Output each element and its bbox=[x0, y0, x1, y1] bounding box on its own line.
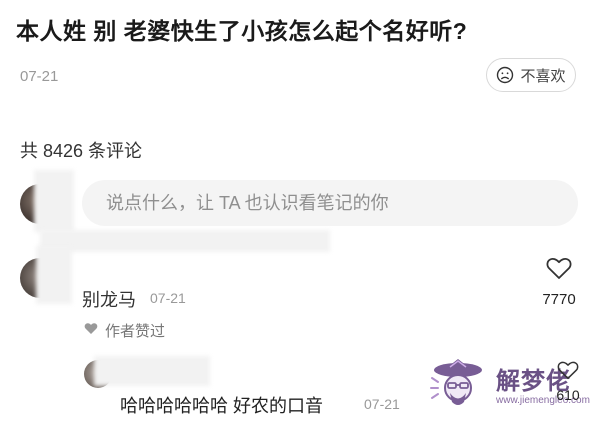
blurred-area bbox=[34, 170, 74, 232]
author-liked-label: 作者赞过 bbox=[105, 323, 166, 340]
post-title: 本人姓 别 老婆快生了小孩怎么起个名好听? bbox=[16, 18, 468, 44]
heart-icon bbox=[546, 256, 572, 285]
comment-count: 共 8426 条评论 bbox=[20, 141, 143, 161]
blurred-area bbox=[40, 230, 330, 252]
watermark-logo-icon bbox=[428, 358, 492, 419]
reply-like-button[interactable]: 610 bbox=[548, 360, 588, 403]
dislike-label: 不喜欢 bbox=[520, 67, 566, 85]
heart-icon bbox=[557, 360, 579, 385]
comment-date: 07-21 bbox=[150, 290, 186, 306]
post-date: 07-21 bbox=[20, 68, 59, 85]
author-liked-badge: 作者赞过 bbox=[84, 320, 165, 341]
reply-like-count: 610 bbox=[556, 387, 580, 403]
comment-input[interactable] bbox=[82, 180, 578, 226]
comment-author[interactable]: 别龙马 bbox=[82, 286, 136, 312]
dislike-button[interactable]: 不喜欢 bbox=[486, 58, 576, 92]
reply-text: 哈哈哈哈哈哈 好农的口音 bbox=[120, 396, 323, 416]
blurred-area bbox=[94, 356, 210, 386]
like-count: 7770 bbox=[542, 291, 576, 308]
like-button[interactable]: 7770 bbox=[532, 256, 586, 308]
small-heart-icon bbox=[84, 322, 98, 339]
frown-face-icon bbox=[496, 66, 514, 84]
reply-date: 07-21 bbox=[364, 396, 400, 412]
blurred-area bbox=[36, 246, 72, 304]
